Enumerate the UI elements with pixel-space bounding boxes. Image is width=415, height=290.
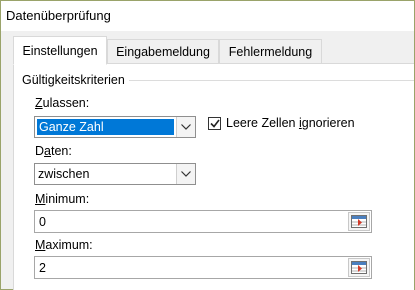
ignore-blank-label: Leere Zellen ignorieren [226, 116, 355, 130]
collapse-dialog-icon[interactable] [348, 258, 370, 277]
allow-dropdown[interactable]: Ganze Zahl [34, 116, 196, 138]
data-validation-dialog: Datenüberprüfung Einstellungen Eingabeme… [0, 0, 415, 290]
tab-label: Eingabemeldung [116, 44, 210, 59]
data-operator-value: zwischen [38, 167, 90, 181]
checkmark-icon [209, 119, 220, 128]
tab-strip: Einstellungen Eingabemeldung Fehlermeldu… [1, 31, 414, 65]
minimum-label: Minimum: [35, 192, 90, 206]
tab-label: Fehlermeldung [228, 44, 313, 59]
tab-settings[interactable]: Einstellungen [13, 36, 107, 65]
ignore-blank-checkbox[interactable] [208, 116, 221, 130]
tab-error-alert[interactable]: Fehlermeldung [219, 39, 322, 63]
allow-label: Zulassen: [35, 96, 90, 110]
maximum-field[interactable]: 2 [34, 256, 372, 279]
validation-criteria-group-label: Gültigkeitskriterien [22, 73, 125, 87]
minimum-field[interactable]: 0 [34, 210, 372, 233]
tab-label: Einstellungen [22, 43, 98, 58]
ignore-blank-option[interactable]: Leere Zellen ignorieren [208, 116, 355, 130]
collapse-dialog-icon[interactable] [348, 212, 370, 231]
tab-input-message[interactable]: Eingabemeldung [107, 39, 219, 63]
allow-selected-value: Ganze Zahl [37, 119, 174, 135]
data-operator-dropdown[interactable]: zwischen [34, 163, 196, 185]
maximum-label: Maximum: [35, 238, 93, 252]
data-label: Daten: [35, 144, 72, 158]
title-bar: Datenüberprüfung [1, 1, 414, 31]
chevron-down-icon[interactable] [176, 164, 195, 184]
chevron-down-icon[interactable] [176, 117, 195, 137]
maximum-value[interactable]: 2 [35, 261, 371, 275]
window-title: Datenüberprüfung [6, 8, 111, 23]
group-divider [129, 80, 414, 81]
minimum-value[interactable]: 0 [35, 215, 371, 229]
